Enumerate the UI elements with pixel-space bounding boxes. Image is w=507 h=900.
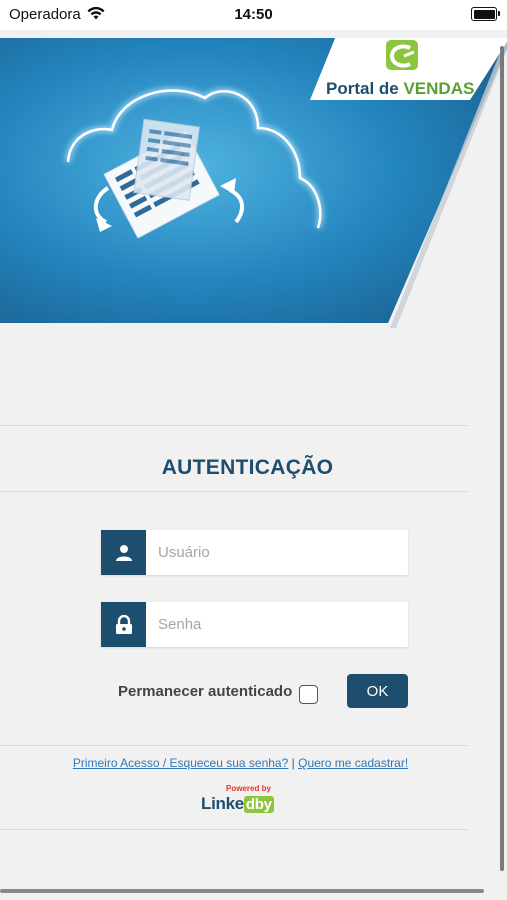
register-link[interactable]: Quero me cadastrar! xyxy=(298,756,408,770)
vendor-name-1: Linke xyxy=(201,794,244,813)
divider-title xyxy=(0,491,468,492)
battery-icon xyxy=(471,7,500,21)
lock-icon xyxy=(101,602,146,647)
link-separator: | xyxy=(291,756,295,770)
username-field[interactable] xyxy=(101,530,408,575)
hero-banner: Portal de VENDAS xyxy=(0,38,507,328)
divider-bottom xyxy=(0,745,468,746)
powered-by-label: Powered by xyxy=(226,784,271,793)
svg-text:Portal de VENDAS: Portal de VENDAS xyxy=(326,79,474,98)
user-icon xyxy=(101,530,146,575)
ok-button[interactable]: OK xyxy=(347,674,408,708)
scrollbar[interactable] xyxy=(500,46,504,871)
password-field[interactable] xyxy=(101,602,408,647)
footer-links: Primeiro Acesso / Esqueceu sua senha? | … xyxy=(0,756,481,770)
status-bar: Operadora 14:50 xyxy=(0,0,507,30)
vendor-logo: Linke dby xyxy=(201,794,274,814)
page-title: AUTENTICAÇÃO xyxy=(161,456,334,479)
divider-footer xyxy=(0,829,468,830)
divider-top xyxy=(0,425,468,426)
forgot-password-link[interactable]: Primeiro Acesso / Esqueceu sua senha? xyxy=(73,756,288,770)
username-input[interactable] xyxy=(158,530,398,575)
password-input[interactable] xyxy=(158,602,398,647)
remember-checkbox[interactable] xyxy=(299,685,318,704)
clock: 14:50 xyxy=(234,6,273,23)
home-indicator xyxy=(0,889,484,893)
vendor-name-2: dby xyxy=(243,796,274,813)
remember-label: Permanecer autenticado xyxy=(118,683,293,700)
